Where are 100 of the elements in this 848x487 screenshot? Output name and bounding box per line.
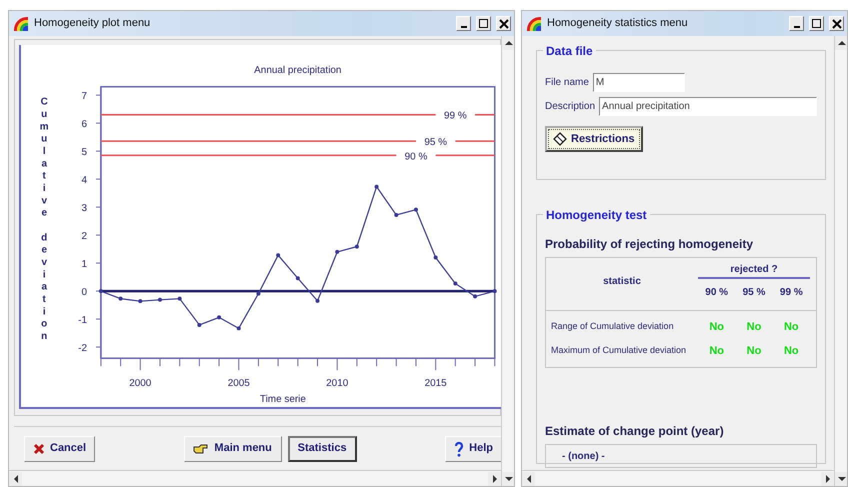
maximize-button[interactable]: [476, 16, 491, 31]
table-cell-text: No: [782, 344, 800, 359]
data-point: [394, 212, 398, 217]
data-point: [236, 326, 241, 330]
threshold-label: 90 %: [404, 151, 428, 162]
close-icon: [832, 18, 842, 28]
scroll-up-button[interactable]: [502, 36, 514, 50]
statistics-button[interactable]: Statistics: [288, 436, 357, 462]
up-arrow-icon: [504, 38, 514, 48]
column-header: statistic: [602, 274, 642, 288]
window-title: Homogeneity statistics menu: [547, 16, 689, 32]
field-label: File name: [545, 76, 589, 90]
y-tick-label: 3: [81, 203, 87, 214]
data-point: [374, 184, 379, 189]
column-header: 95 %: [742, 286, 766, 300]
column-header: 99 %: [778, 286, 804, 300]
x-tick-label: 2015: [424, 378, 447, 390]
down-arrow-icon: [504, 474, 514, 484]
data-point: [434, 256, 438, 260]
y-tick-label: 6: [81, 119, 87, 130]
data-point: [98, 289, 103, 294]
y-tick-label: 2: [81, 231, 87, 242]
data-point: [138, 299, 142, 304]
y-axis-label: Cumulative deviation: [40, 96, 49, 342]
data-point: [316, 298, 320, 303]
text-field[interactable]: Annual precipitation: [599, 97, 817, 116]
cancel-button[interactable]: Cancel: [24, 436, 96, 462]
help-button[interactable]: Help: [445, 436, 501, 462]
y-tick-label: 4: [81, 175, 87, 186]
field-label: Description: [545, 100, 596, 114]
threshold-label: 95 %: [424, 137, 447, 148]
chart-title: Annual precipitation: [254, 64, 342, 76]
column-header: 90 %: [704, 286, 730, 300]
data-point: [335, 250, 340, 254]
data-point: [276, 253, 280, 258]
table-cell-text: No: [708, 344, 725, 359]
restrictions-button[interactable]: Restrictions: [545, 126, 643, 152]
column-group-header: rejected ?: [698, 262, 810, 279]
scroll-right-button[interactable]: [821, 472, 834, 486]
close-icon: [498, 18, 508, 28]
maximize-icon: [812, 19, 821, 28]
rainbow-icon: [526, 16, 542, 32]
close-button[interactable]: [829, 16, 844, 31]
x-axis-label: Time serie: [260, 394, 306, 406]
rainbow-icon: [13, 16, 29, 32]
scroll-right-button[interactable]: [488, 472, 501, 486]
horizontal-scrollbar[interactable]: [522, 470, 834, 486]
data-point: [414, 208, 418, 212]
data-point: [217, 315, 222, 320]
section-heading: Estimate of change point (year): [545, 423, 725, 440]
data-point: [118, 296, 123, 301]
y-tick-label: 5: [81, 147, 87, 158]
x-tick-label: 2010: [326, 378, 348, 390]
table-cell-text: Range of Cumulative deviation: [550, 320, 675, 334]
data-point: [158, 298, 162, 302]
data-point: [178, 296, 182, 301]
data-point: [354, 244, 359, 249]
table-cell-text: No: [782, 320, 800, 335]
help-icon: [454, 440, 464, 456]
close-button[interactable]: [496, 16, 511, 31]
data-point: [197, 322, 202, 327]
vertical-scrollbar[interactable]: [834, 36, 847, 486]
horizontal-scrollbar[interactable]: [9, 470, 501, 486]
table-cell-text: No: [708, 320, 725, 335]
down-arrow-icon: [836, 474, 846, 484]
data-point: [296, 276, 300, 280]
y-tick-label: 1: [81, 259, 87, 270]
table-cell-text: Maximum of Cumulative deviation: [550, 344, 688, 358]
data-point: [256, 292, 260, 296]
y-tick-label: -2: [78, 343, 87, 354]
cancel-icon: [33, 442, 45, 454]
up-arrow-icon: [836, 38, 846, 48]
maximize-button[interactable]: [809, 16, 824, 31]
vertical-scrollbar[interactable]: [501, 36, 514, 486]
minimize-button[interactable]: [789, 16, 804, 31]
scroll-down-button[interactable]: [835, 472, 847, 486]
change-point-value: - (none) -: [562, 450, 605, 464]
main-menu-button[interactable]: Main menu: [184, 436, 282, 462]
y-tick-label: 0: [81, 287, 87, 298]
window-title: Homogeneity plot menu: [34, 16, 152, 32]
scroll-up-button[interactable]: [835, 36, 847, 50]
minimize-icon: [460, 26, 466, 28]
data-point: [492, 289, 497, 294]
table-cell-text: No: [746, 320, 762, 335]
text-field[interactable]: M: [592, 73, 685, 92]
diamond-icon: [553, 132, 567, 146]
scroll-left-button[interactable]: [522, 472, 535, 486]
y-tick-label: -1: [78, 315, 87, 326]
scroll-down-button[interactable]: [502, 472, 514, 486]
data-point: [453, 282, 458, 286]
maximize-icon: [479, 19, 488, 28]
y-tick-label: 7: [81, 91, 87, 102]
x-tick-label: 2005: [228, 378, 250, 390]
data-point: [473, 294, 478, 298]
section-heading: Probability of rejecting homogeneity: [545, 236, 754, 253]
x-tick-label: 2000: [129, 378, 152, 390]
threshold-label: 99 %: [444, 110, 467, 122]
minimize-icon: [794, 26, 800, 28]
minimize-button[interactable]: [456, 16, 471, 31]
scroll-left-button[interactable]: [9, 472, 22, 486]
